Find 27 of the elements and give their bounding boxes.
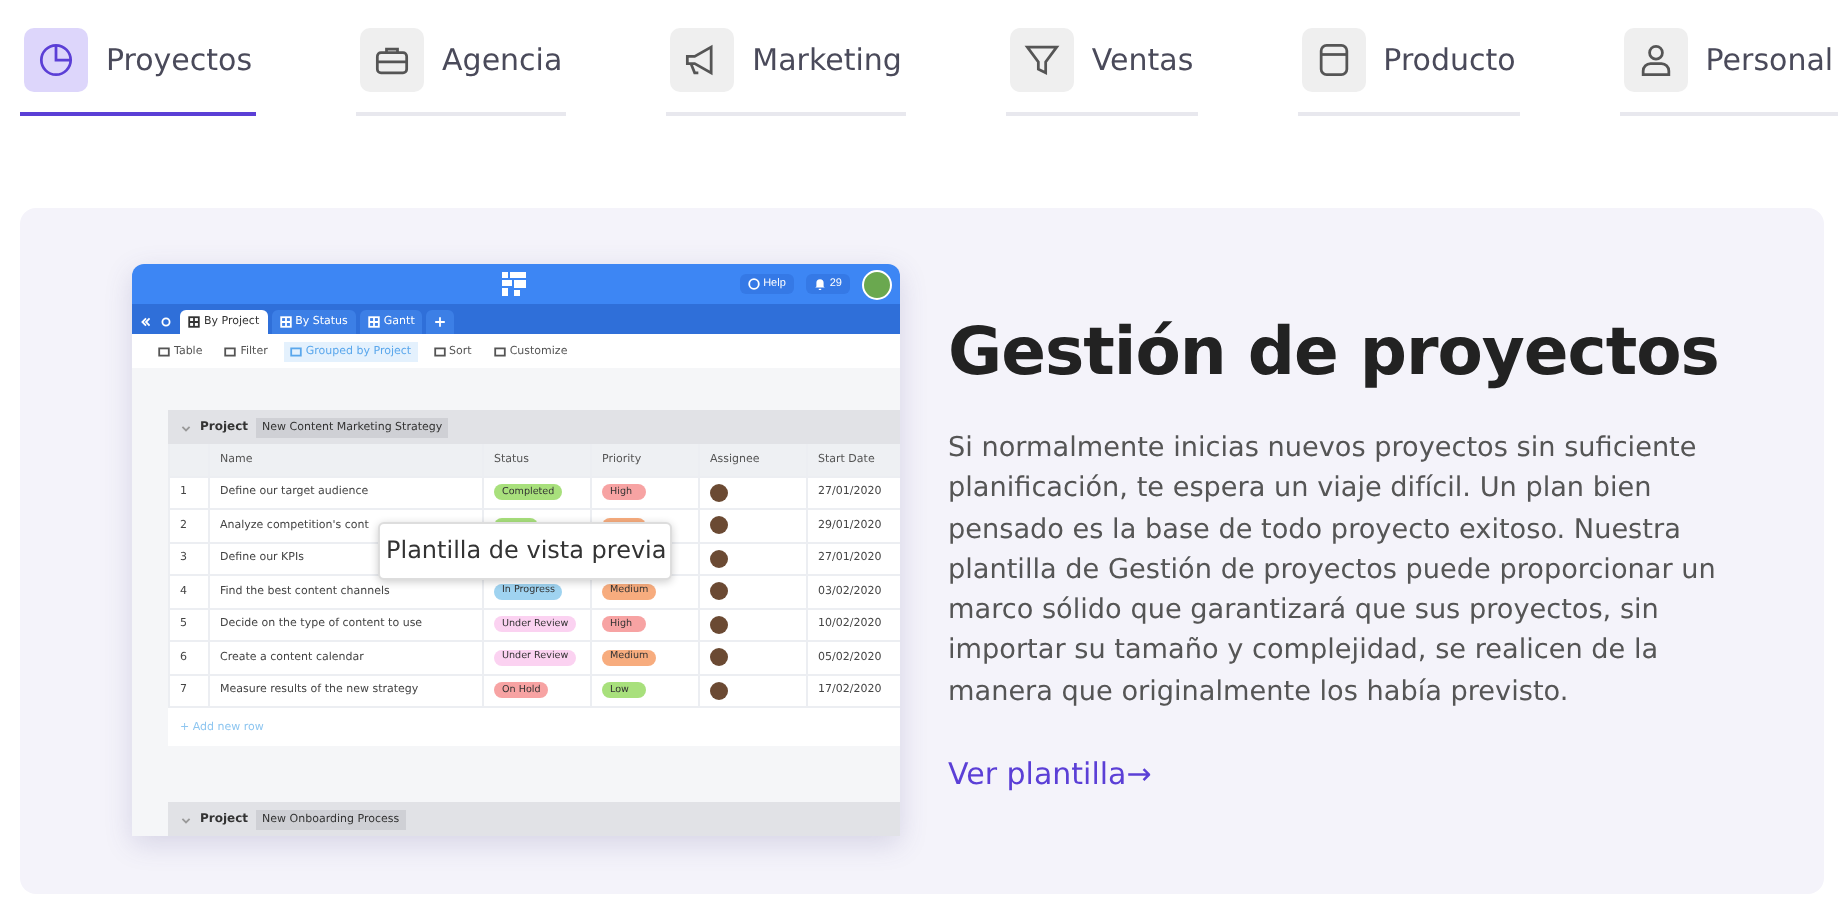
help-icon xyxy=(747,278,760,290)
settings-icon[interactable] xyxy=(160,316,172,328)
template-link[interactable]: Ver plantilla→ xyxy=(948,756,1152,793)
tool-icon xyxy=(433,345,446,357)
category-tab[interactable]: Proyectos xyxy=(20,28,257,116)
avatar[interactable] xyxy=(862,269,892,299)
bell-icon xyxy=(813,278,826,290)
tool-icon xyxy=(224,345,237,357)
pie-chart-icon xyxy=(34,38,78,82)
category-tab[interactable]: Personal xyxy=(1619,28,1838,116)
category-tab[interactable]: Ventas xyxy=(1005,28,1198,116)
category-tab[interactable]: Producto xyxy=(1297,28,1520,116)
tool-icon xyxy=(289,345,302,357)
add-view-button[interactable] xyxy=(426,310,455,334)
grid-icon xyxy=(279,316,292,328)
collapse-icon[interactable] xyxy=(140,316,152,328)
grid-icon xyxy=(188,316,200,328)
category-tab[interactable]: Agencia xyxy=(356,28,567,116)
tool-icon xyxy=(493,345,506,357)
category-tab[interactable]: Marketing xyxy=(666,28,906,116)
plus-icon xyxy=(434,316,447,328)
tool-icon xyxy=(158,345,170,357)
grid-icon xyxy=(367,316,380,328)
logo-icon xyxy=(502,272,526,296)
section-title: Gestión de proyectos xyxy=(948,312,1721,390)
description: Si normalmente inicias nuevos proyectos sin suficiente planificación, te espera un viaje difícil. Un plan bien pensado es la base de todo proyecto exitoso. Nuestra plantilla de Gestión de proyectos puede proporcionar un marco sólido que garantizará que sus proyectos, sin importar su tamaño y complejidad, se realicen de la manera que originalmente los había previsto. xyxy=(948,430,1718,712)
tooltip: Plantilla de vista previa xyxy=(378,522,673,580)
